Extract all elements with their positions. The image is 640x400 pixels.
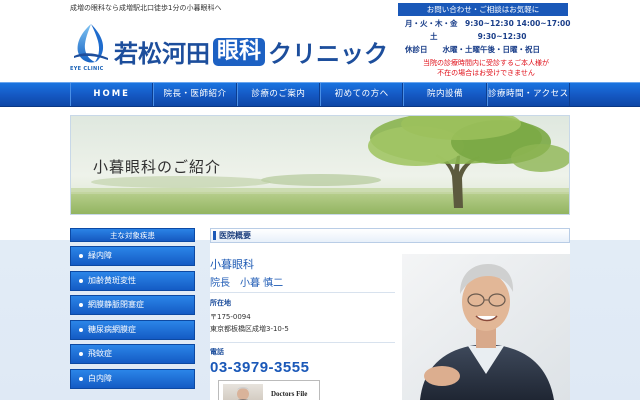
sidebar-item-label: 網膜静脈閉塞症 <box>88 300 144 309</box>
nav-hours-access[interactable]: 診療時間・アクセス <box>486 83 570 106</box>
hero-banner: 小暮眼科のご紹介 <box>70 115 570 215</box>
nav-doctors[interactable]: 院長・医師紹介 <box>153 83 237 106</box>
sidebar-item-diabetic-retinopathy[interactable]: 糖尿病網膜症 <box>70 319 195 340</box>
clinic-logo-name[interactable]: 若松河田 眼科 クリニック <box>114 34 388 69</box>
hours-notice-line2: 不在の場合はお受けできません <box>437 69 535 77</box>
banner-title: 小暮眼科のご紹介 <box>93 158 222 176</box>
hours-closed: 休診日 水曜・土曜午後・日曜・祝日 <box>405 45 540 54</box>
sidebar-item-retinal-vein-occlusion[interactable]: 網膜静脈閉塞症 <box>70 295 195 315</box>
sidebar-item-label: 加齢黄斑変性 <box>88 275 136 285</box>
logo-subtext: EYE CLINIC <box>70 66 104 72</box>
header-tagline: 成増の眼科なら成増駅北口徒歩1分の小暮眼科へ <box>70 4 222 12</box>
divider <box>210 292 395 293</box>
bullet-icon <box>79 303 83 307</box>
bullet-icon <box>79 254 83 258</box>
address-text: 東京都板橋区成増3-10-5 <box>210 325 289 333</box>
divider <box>210 342 395 343</box>
clinic-name: 小暮眼科 <box>210 258 254 271</box>
sidebar-item-glaucoma[interactable]: 緑内障 <box>70 246 195 266</box>
sidebar-item-label: 緑内障 <box>88 251 112 260</box>
sidebar-item-floaters[interactable]: 飛蚊症 <box>70 344 195 364</box>
contact-header: お問い合わせ・ご相談はお気軽に <box>398 3 568 16</box>
address-label: 所在地 <box>210 299 231 307</box>
hours-notice-line1: 当院の診療時間内に受診するご本人様が <box>423 59 549 67</box>
postal-code: 〒175-0094 <box>210 313 251 321</box>
bullet-icon <box>79 278 83 283</box>
doctors-file-banner[interactable]: Doctors File <box>218 380 320 400</box>
hours-notice: 当院の診療時間内に受診するご本人様が 不在の場合はお受けできません <box>421 58 551 78</box>
section-title: 医院概要 <box>210 228 570 243</box>
nav-home[interactable]: HOME <box>70 83 154 106</box>
clinic-logo-icon[interactable] <box>70 22 112 66</box>
director-name: 院長 小暮 慎二 <box>210 278 284 289</box>
nav-treatment[interactable]: 診療のご案内 <box>236 83 320 106</box>
doctors-file-text: Doctors File <box>271 390 308 398</box>
sidebar-item-label: 白内障 <box>88 373 112 383</box>
bullet-icon <box>79 352 83 356</box>
main-nav: HOME 院長・医師紹介 診療のご案内 初めての方へ 院内設備 診療時間・アクセ… <box>0 82 640 107</box>
logo-name-box: 眼科 <box>213 37 266 66</box>
page: 成増の眼科なら成増駅北口徒歩1分の小暮眼科へ EYE CLINIC 若松河田 眼… <box>0 0 640 400</box>
sidebar-item-macular-degeneration[interactable]: 加齢黄斑変性 <box>70 270 195 291</box>
hours-weekday: 月・火・木・金 9:30~12:30 14:00~17:00 <box>405 19 571 28</box>
phone-number[interactable]: 03-3979-3555 <box>210 359 309 376</box>
doctors-file-thumbnail <box>223 384 263 400</box>
bullet-icon <box>79 327 83 332</box>
logo-name-part1: 若松河田 <box>114 40 210 68</box>
director-photo <box>402 254 570 400</box>
sidebar-disease-list: 緑内障 加齢黄斑変性 網膜静脈閉塞症 糖尿病網膜症 飛蚊症 白内障 <box>70 246 195 393</box>
nav-first-visit[interactable]: 初めての方へ <box>319 83 404 106</box>
sidebar-heading: 主な対象疾患 <box>70 228 195 242</box>
logo-name-part2: クリニック <box>268 40 389 68</box>
nav-facilities[interactable]: 院内設備 <box>403 83 487 106</box>
sidebar-item-cataract[interactable]: 白内障 <box>70 368 195 389</box>
sidebar-item-label: 飛蚊症 <box>88 349 112 358</box>
sidebar-item-label: 糖尿病網膜症 <box>88 324 136 334</box>
hours-saturday: 土 9:30~12:30 <box>430 32 527 41</box>
bullet-icon <box>79 376 83 381</box>
phone-label: 電話 <box>210 348 224 356</box>
